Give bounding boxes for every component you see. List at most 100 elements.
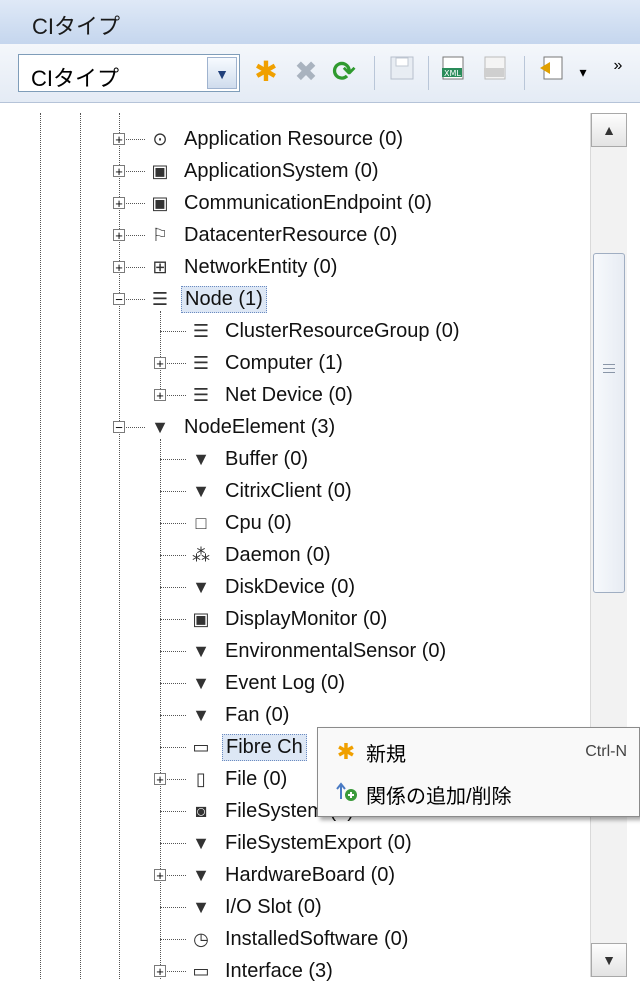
buffer-icon: ▼ <box>192 448 210 469</box>
tree-line <box>160 651 186 652</box>
tree-line <box>160 523 186 524</box>
datacenter-resource-icon: ⚐ <box>151 224 169 245</box>
tree-line <box>160 459 186 460</box>
io-slot-icon: ▼ <box>192 896 210 917</box>
tree-node[interactable]: ☰ Node (1) <box>147 283 267 315</box>
expand-icon[interactable]: + <box>113 261 125 274</box>
tree-node-label: I/O Slot (0) <box>225 895 322 918</box>
tree-node-label: NetworkEntity (0) <box>184 255 338 278</box>
fibre-channel-icon: ▭ <box>192 736 210 757</box>
tree-line <box>160 311 161 391</box>
application-resource-icon: ⊙ <box>152 128 168 149</box>
file-system-icon: ◙ <box>195 800 207 821</box>
tree-node[interactable]: ▼ FileSystemExport (0) <box>188 827 415 859</box>
tree-node[interactable]: ◷ InstalledSoftware (0) <box>188 923 411 955</box>
scroll-up-button[interactable]: ▲ <box>591 113 627 147</box>
tree-node-label: EnvironmentalSensor (0) <box>225 639 447 662</box>
tree-node[interactable]: ☰ ClusterResourceGroup (0) <box>188 315 463 347</box>
new-icon: ✱ <box>336 739 356 764</box>
tree-line <box>160 939 186 940</box>
tree-node[interactable]: ☰ Computer (1) <box>188 347 346 379</box>
expand-icon[interactable]: + <box>154 869 166 882</box>
scroll-down-button[interactable]: ▼ <box>591 943 627 977</box>
tree-node[interactable]: ▼ Buffer (0) <box>188 443 311 475</box>
tree-node[interactable]: ▭ Fibre Ch <box>188 731 307 763</box>
dropdown-icon[interactable]: ▾ <box>572 54 594 90</box>
expand-icon[interactable]: + <box>154 965 166 978</box>
delete-icon[interactable]: ✖ <box>288 54 324 90</box>
expand-icon[interactable]: + <box>113 165 125 178</box>
expand-icon[interactable]: + <box>113 133 125 146</box>
tree-node[interactable]: ⊙ Application Resource (0) <box>147 123 406 155</box>
tree-node-label: Computer (1) <box>225 351 343 374</box>
collapse-icon[interactable]: − <box>113 421 125 434</box>
new-icon[interactable]: ✱ <box>248 54 284 90</box>
tree-node[interactable]: ▼ I/O Slot (0) <box>188 891 325 923</box>
scroll-thumb[interactable] <box>593 253 625 593</box>
expand-icon[interactable]: + <box>154 357 166 370</box>
tree-line <box>160 555 186 556</box>
tree-node[interactable]: ⚐ DatacenterResource (0) <box>147 219 400 251</box>
network-entity-icon: ⊞ <box>152 256 168 277</box>
collapse-icon[interactable]: − <box>113 293 125 306</box>
tree-line <box>160 715 186 716</box>
chevron-down-icon[interactable]: ▼ <box>207 57 237 89</box>
tree-node[interactable]: □ Cpu (0) <box>188 507 295 539</box>
tree-node[interactable]: ▼ Fan (0) <box>188 699 292 731</box>
overflow-icon[interactable]: » <box>604 48 632 84</box>
menu-item-new-shortcut: Ctrl-N <box>585 743 627 760</box>
daemon-icon: ⁂ <box>192 544 210 565</box>
expand-icon[interactable]: + <box>113 229 125 242</box>
tree-node[interactable]: ▼ CitrixClient (0) <box>188 475 355 507</box>
tree-node[interactable]: ▭ Interface (3) <box>188 955 336 987</box>
expand-icon[interactable]: + <box>113 197 125 210</box>
save-icon[interactable] <box>384 54 420 90</box>
tree-node-label: CitrixClient (0) <box>225 479 352 502</box>
tree-node[interactable]: ▣ DisplayMonitor (0) <box>188 603 390 635</box>
send-icon[interactable] <box>534 54 570 90</box>
menu-item-add-remove-relation[interactable]: 関係の追加/削除 <box>318 772 639 816</box>
tree-node-label: Interface (3) <box>225 959 333 982</box>
tree-node[interactable]: ▼ NodeElement (3) <box>147 411 338 443</box>
tree-line <box>160 843 186 844</box>
tree-line <box>160 491 186 492</box>
file-icon: ▯ <box>196 768 206 789</box>
fan-icon: ▼ <box>192 704 210 725</box>
vertical-scrollbar[interactable]: ▲ ▼ <box>590 113 627 977</box>
net-device-icon: ☰ <box>192 384 210 405</box>
panel-title-bar: CIタイプ <box>0 0 640 45</box>
menu-item-new[interactable]: ✱ 新規 Ctrl-N <box>318 730 639 774</box>
tree-node[interactable]: ▼ HardwareBoard (0) <box>188 859 398 891</box>
tree-node-label: Node (1) <box>181 285 267 313</box>
expand-icon[interactable]: + <box>154 389 166 402</box>
tree-node[interactable]: ▼ Event Log (0) <box>188 667 348 699</box>
cpu-icon: □ <box>195 512 207 533</box>
tree-node-label: File (0) <box>225 767 288 790</box>
tree-node-label: Daemon (0) <box>225 543 331 566</box>
expand-icon[interactable]: + <box>154 773 166 786</box>
tree-node[interactable]: ▣ CommunicationEndpoint (0) <box>147 187 435 219</box>
refresh-icon[interactable]: ⟳ <box>326 54 362 90</box>
tree-node[interactable]: ⊞ NetworkEntity (0) <box>147 251 340 283</box>
tree-line <box>160 811 186 812</box>
disk-device-icon: ▼ <box>192 576 210 597</box>
tree-node[interactable]: ▣ ApplicationSystem (0) <box>147 155 382 187</box>
tree-node-label: DatacenterResource (0) <box>184 223 398 246</box>
tree-node[interactable]: ▼ EnvironmentalSensor (0) <box>188 635 449 667</box>
import-xml-icon[interactable] <box>478 54 514 90</box>
tree-node-label: Cpu (0) <box>225 511 292 534</box>
ci-type-combo[interactable]: CIタイプ ▼ <box>18 54 240 92</box>
export-xml-icon[interactable]: XML <box>436 54 472 90</box>
tree-line <box>80 113 81 979</box>
tree-node[interactable]: ☰ Net Device (0) <box>188 379 356 411</box>
cluster-resource-group-icon: ☰ <box>192 320 210 341</box>
tree-node-label: ClusterResourceGroup (0) <box>225 319 460 342</box>
display-monitor-icon: ▣ <box>192 608 210 629</box>
toolbar-separator <box>428 56 429 90</box>
toolbar-separator <box>524 56 525 90</box>
tree-node[interactable]: ▯ File (0) <box>188 763 290 795</box>
tree-node[interactable]: ⁂ Daemon (0) <box>188 539 334 571</box>
tree-line <box>160 331 186 332</box>
tree-node-label: InstalledSoftware (0) <box>225 927 409 950</box>
tree-node[interactable]: ▼ DiskDevice (0) <box>188 571 358 603</box>
